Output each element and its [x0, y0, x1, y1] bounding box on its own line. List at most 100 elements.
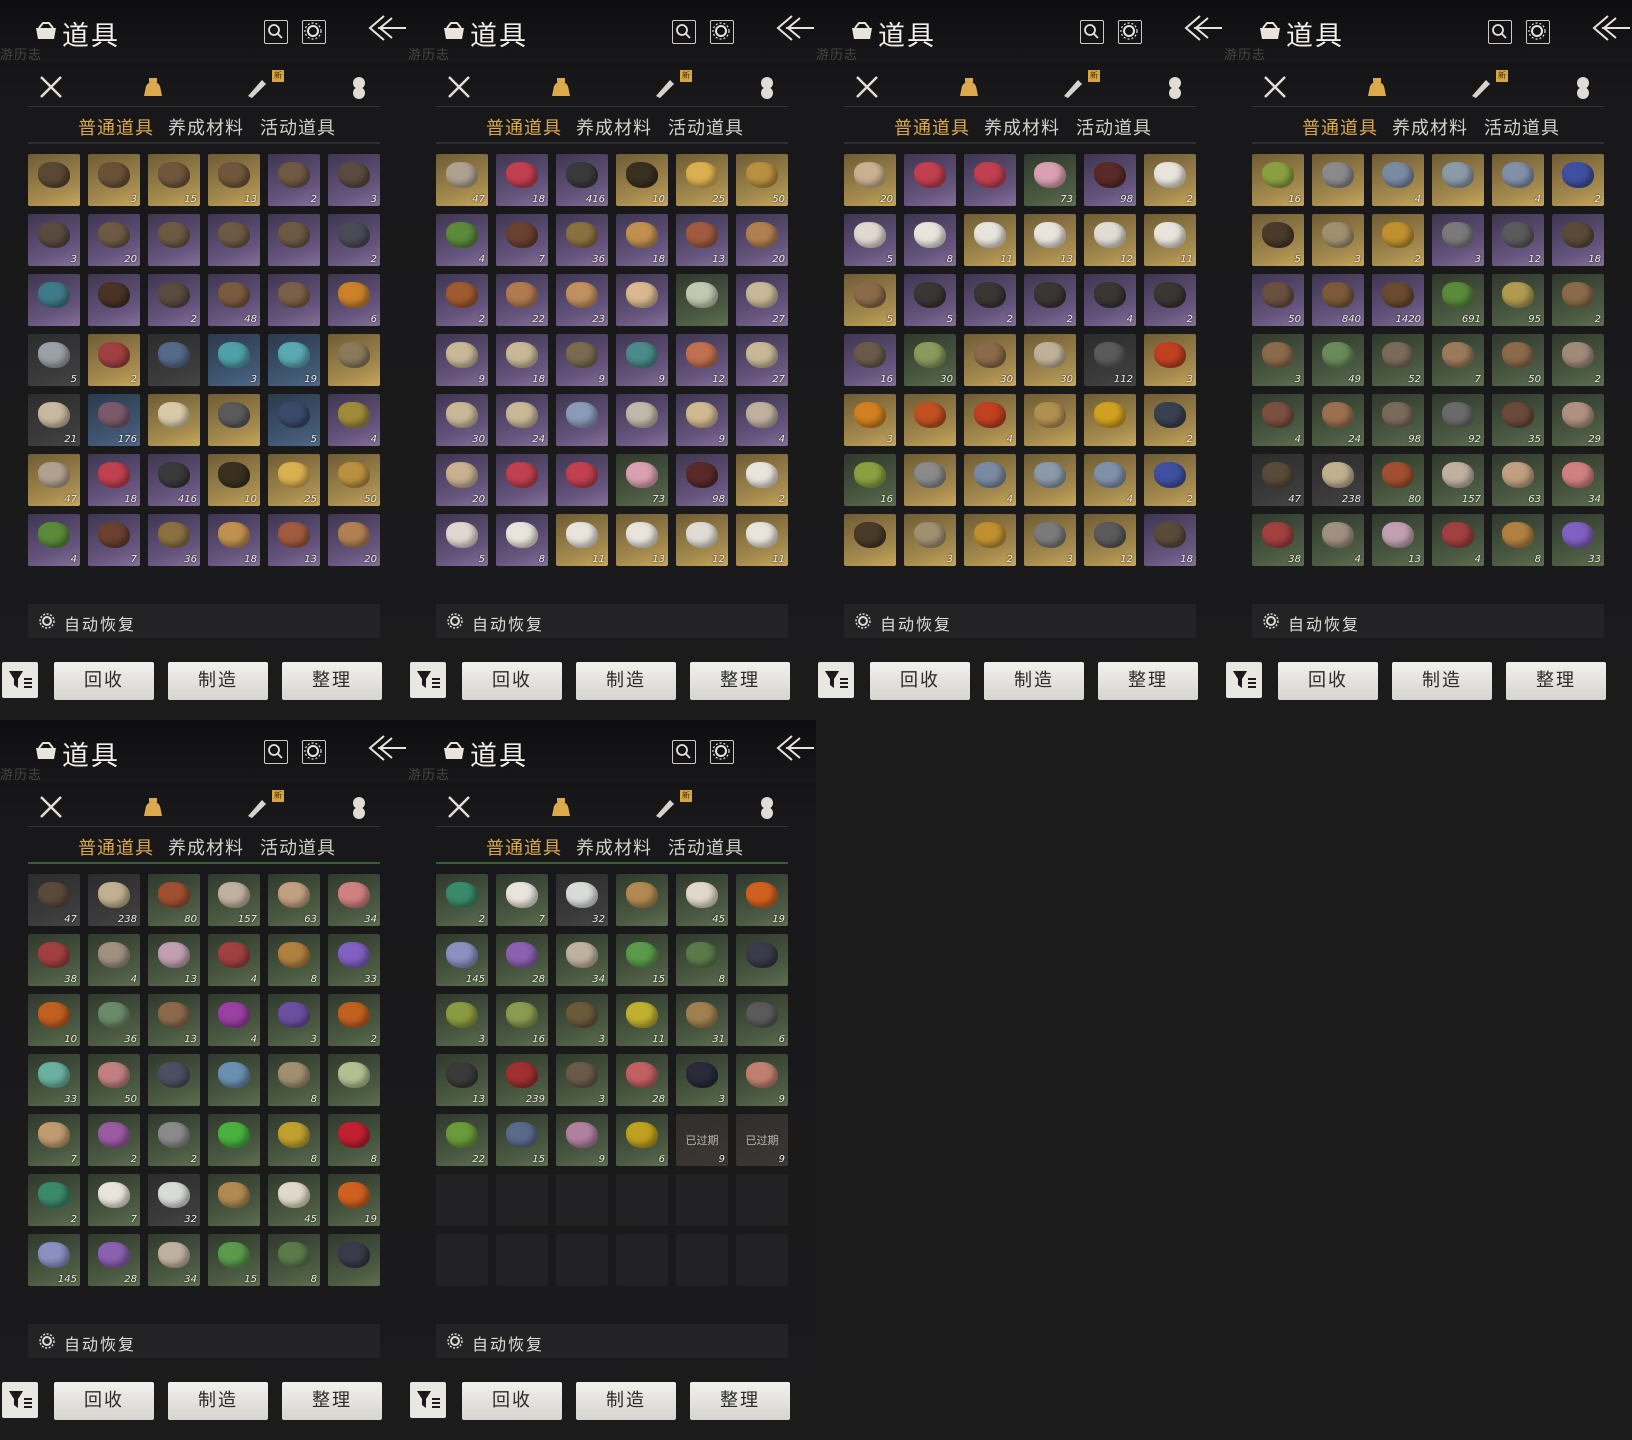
item-slot[interactable]: 7 [1432, 334, 1484, 386]
item-slot[interactable]: 691 [1432, 274, 1484, 326]
settings-button[interactable] [302, 740, 326, 764]
item-slot[interactable]: 12 [676, 334, 728, 386]
item-slot[interactable]: 63 [1492, 454, 1544, 506]
item-slot[interactable]: 27 [736, 334, 788, 386]
auto-restore-toggle[interactable]: 自动恢复 [436, 1324, 788, 1358]
recycle-button[interactable]: 回收 [870, 662, 970, 700]
sort-button[interactable]: 整理 [282, 1382, 382, 1420]
item-slot[interactable]: 3 [88, 154, 140, 206]
item-slot[interactable]: 2 [88, 1114, 140, 1166]
item-slot[interactable]: 24 [1312, 394, 1364, 446]
item-slot[interactable]: 840 [1312, 274, 1364, 326]
item-slot[interactable] [616, 394, 668, 446]
item-slot[interactable]: 15 [616, 934, 668, 986]
item-slot[interactable]: 2 [1144, 154, 1196, 206]
item-slot[interactable]: 2 [1144, 454, 1196, 506]
filter-button[interactable] [410, 662, 446, 698]
item-slot[interactable]: 15 [496, 1114, 548, 1166]
item-slot[interactable]: 2 [28, 1174, 80, 1226]
item-slot[interactable]: 4 [736, 394, 788, 446]
item-slot[interactable]: 3 [268, 994, 320, 1046]
search-button[interactable] [672, 740, 696, 764]
item-slot[interactable]: 34 [1552, 454, 1604, 506]
item-slot[interactable]: 19 [736, 874, 788, 926]
item-slot[interactable] [1312, 154, 1364, 206]
item-slot[interactable]: 已过期 9 [736, 1114, 788, 1166]
item-slot[interactable]: 50 [1492, 334, 1544, 386]
back-button[interactable] [1586, 12, 1632, 44]
back-button[interactable] [770, 12, 816, 44]
item-slot[interactable]: 145 [28, 1234, 80, 1286]
back-button[interactable] [770, 732, 816, 764]
subtab-0[interactable]: 普通道具 [894, 114, 970, 140]
item-slot[interactable]: 16 [844, 334, 896, 386]
item-slot[interactable]: 31 [676, 994, 728, 1046]
item-slot[interactable]: 2 [1372, 214, 1424, 266]
item-slot[interactable]: 9 [736, 1054, 788, 1106]
item-slot[interactable]: 20 [436, 454, 488, 506]
item-slot[interactable]: 2 [148, 1114, 200, 1166]
item-slot[interactable]: 18 [1144, 514, 1196, 566]
item-slot[interactable]: 3 [676, 1054, 728, 1106]
subtab-2[interactable]: 活动道具 [1484, 114, 1560, 140]
item-slot[interactable] [736, 934, 788, 986]
item-slot[interactable]: 3 [556, 1054, 608, 1106]
item-slot[interactable] [148, 334, 200, 386]
item-slot[interactable] [328, 334, 380, 386]
item-slot[interactable]: 8 [1492, 514, 1544, 566]
item-slot[interactable]: 12 [676, 514, 728, 566]
item-slot[interactable]: 7 [88, 514, 140, 566]
item-slot[interactable]: 50 [736, 154, 788, 206]
item-slot[interactable]: 33 [28, 1054, 80, 1106]
item-slot[interactable]: 11 [736, 514, 788, 566]
item-slot[interactable]: 8 [496, 514, 548, 566]
item-slot[interactable]: 12 [1492, 214, 1544, 266]
tab-crossed-swords-icon[interactable] [446, 74, 472, 100]
tab-token-icon[interactable] [754, 794, 780, 820]
sort-button[interactable]: 整理 [1098, 662, 1198, 700]
item-slot[interactable]: 4 [1252, 394, 1304, 446]
item-slot[interactable]: 5 [268, 394, 320, 446]
filter-button[interactable] [410, 1382, 446, 1418]
item-slot[interactable]: 176 [88, 394, 140, 446]
item-slot[interactable]: 11 [556, 514, 608, 566]
item-slot[interactable]: 25 [676, 154, 728, 206]
item-slot[interactable] [268, 274, 320, 326]
item-slot[interactable]: 3 [1432, 214, 1484, 266]
item-slot[interactable]: 3 [1024, 514, 1076, 566]
item-slot[interactable] [496, 454, 548, 506]
item-slot[interactable]: 4 [1492, 154, 1544, 206]
item-slot[interactable]: 5 [1252, 214, 1304, 266]
item-slot[interactable]: 4 [964, 394, 1016, 446]
subtab-2[interactable]: 活动道具 [668, 114, 744, 140]
auto-restore-toggle[interactable]: 自动恢复 [436, 604, 788, 638]
item-slot[interactable] [208, 1114, 260, 1166]
item-slot[interactable]: 47 [28, 874, 80, 926]
craft-button[interactable]: 制造 [168, 1382, 268, 1420]
item-slot[interactable]: 73 [1024, 154, 1076, 206]
item-slot[interactable]: 8 [904, 214, 956, 266]
item-slot[interactable]: 13 [1024, 214, 1076, 266]
item-slot[interactable]: 3 [1312, 214, 1364, 266]
item-slot[interactable]: 13 [616, 514, 668, 566]
item-slot[interactable] [88, 274, 140, 326]
tab-pouch-icon[interactable] [548, 74, 574, 100]
item-slot[interactable] [964, 154, 1016, 206]
item-slot[interactable]: 4 [964, 454, 1016, 506]
item-slot[interactable]: 80 [148, 874, 200, 926]
item-slot[interactable]: 34 [556, 934, 608, 986]
item-slot[interactable]: 4 [1432, 514, 1484, 566]
item-slot[interactable]: 30 [436, 394, 488, 446]
item-slot[interactable]: 2 [1552, 334, 1604, 386]
item-slot[interactable] [1432, 154, 1484, 206]
item-slot[interactable]: 47 [28, 454, 80, 506]
item-slot[interactable]: 已过期 9 [676, 1114, 728, 1166]
item-slot[interactable]: 2 [328, 994, 380, 1046]
item-slot[interactable]: 2 [964, 274, 1016, 326]
item-slot[interactable]: 7 [496, 214, 548, 266]
item-slot[interactable] [904, 454, 956, 506]
item-slot[interactable]: 23 [556, 274, 608, 326]
item-slot[interactable]: 28 [88, 1234, 140, 1286]
search-button[interactable] [1488, 20, 1512, 44]
item-slot[interactable]: 5 [28, 334, 80, 386]
